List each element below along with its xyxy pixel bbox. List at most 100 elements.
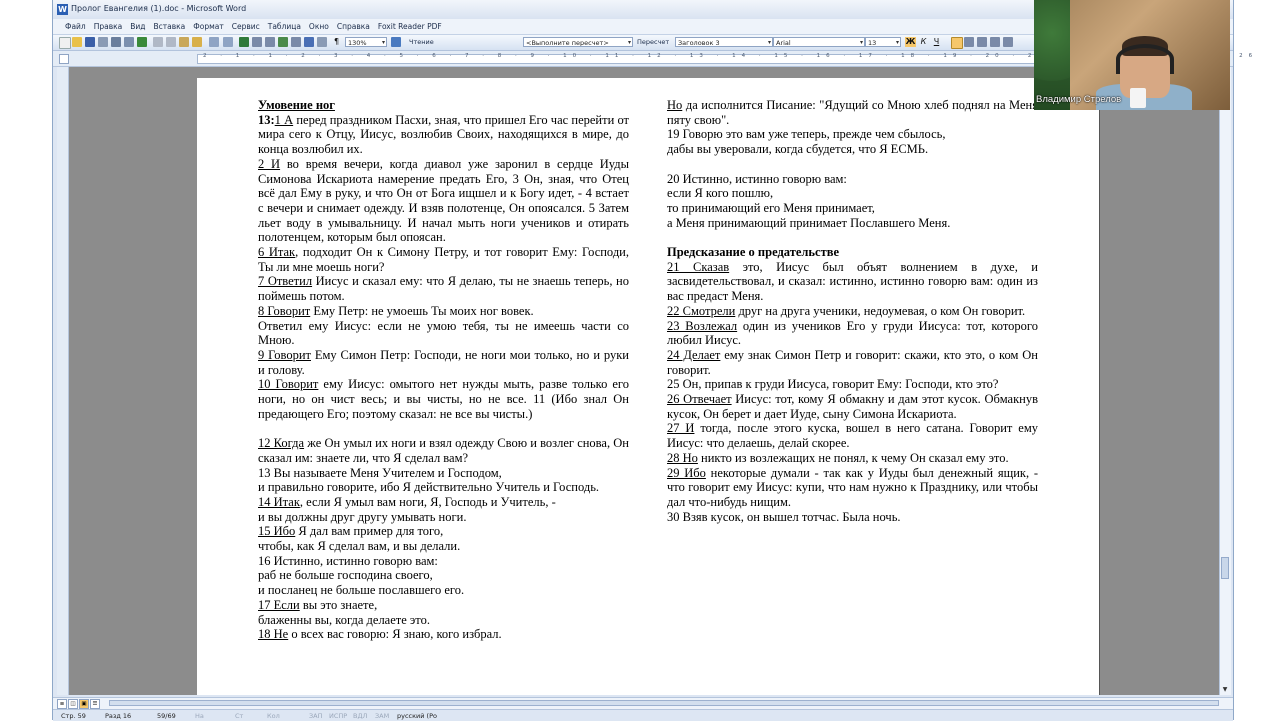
paragraph: 13 Вы называете Меня Учителем и Господом… <box>258 466 629 481</box>
menu-item[interactable]: Формат <box>189 19 227 34</box>
verse-number: 14 Итак <box>258 494 300 509</box>
reading-mode-button[interactable]: Чтение <box>409 37 434 47</box>
video-thumbnail[interactable]: Владимир Стрелов <box>1034 0 1230 110</box>
menu-item[interactable]: Файл <box>61 19 90 34</box>
cut-icon[interactable] <box>153 37 163 47</box>
style-select[interactable]: Заголовок 3 ▾ <box>675 37 773 47</box>
redo-icon[interactable] <box>223 37 233 47</box>
status-ovr[interactable]: ЗАМ <box>375 712 389 720</box>
tab-selector[interactable] <box>59 54 69 64</box>
paragraph: 13:1 А перед праздником Пасхи, зная, что… <box>258 113 629 157</box>
zoom-select[interactable]: 130% ▾ <box>345 37 387 47</box>
verse-text: Ему Петр: не умоешь Ты моих ног вовек. <box>310 303 534 318</box>
status-pages: 59/69 <box>157 712 176 720</box>
headset-icon <box>1116 44 1174 74</box>
verse-text: никто из возлежащих не понял, к чему Он … <box>697 450 1009 465</box>
status-ext[interactable]: ВДЛ <box>353 712 367 720</box>
outline-view-icon[interactable]: ☰ <box>90 699 100 709</box>
font-size-select[interactable]: 13 ▾ <box>865 37 901 47</box>
tables-borders-icon[interactable] <box>252 37 262 47</box>
verse-text: блаженны вы, когда делаете это. <box>258 612 430 627</box>
status-page: Стр. 59 <box>61 712 86 720</box>
font-select[interactable]: Arial ▾ <box>773 37 865 47</box>
spelling-icon[interactable] <box>137 37 147 47</box>
verse-text: о всех вас говорю: Я знаю, кого избрал. <box>288 627 502 642</box>
save-icon[interactable] <box>85 37 95 47</box>
help-icon[interactable] <box>391 37 401 47</box>
status-rec[interactable]: ЗАП <box>309 712 323 720</box>
verse-number: 2 И <box>258 156 281 171</box>
verse-text: и посланец не больше пославшего его. <box>258 583 465 598</box>
status-column: Кол <box>267 712 280 720</box>
show-hide-icon[interactable]: ¶ <box>331 37 342 47</box>
verse-text: 20 Истинно, истинно говорю вам: <box>667 171 847 186</box>
justify-icon[interactable] <box>990 37 1000 47</box>
right-column: Но да исполнится Писание: "Ядущий со Мно… <box>667 98 1038 524</box>
vertical-scroll-thumb[interactable] <box>1221 557 1229 579</box>
align-left-icon[interactable] <box>951 37 963 49</box>
verse-text: если Я кого пошлю, <box>667 186 774 201</box>
formula-box[interactable]: <Выполните пересчет> ▾ <box>523 37 633 47</box>
line-spacing-icon[interactable] <box>1003 37 1013 47</box>
horizontal-scroll-thumb[interactable] <box>109 700 1219 706</box>
verse-text: ему знак Симон Петр и говорит: скажи, кт… <box>667 347 1038 377</box>
open-folder-icon[interactable] <box>72 37 82 47</box>
drawing-icon[interactable] <box>304 37 314 47</box>
normal-view-icon[interactable]: ≡ <box>57 699 67 709</box>
italic-button[interactable]: К <box>918 37 929 47</box>
hyperlink-icon[interactable] <box>239 37 249 47</box>
menu-item[interactable]: Foxit Reader PDF <box>374 19 446 34</box>
web-view-icon[interactable]: ◫ <box>68 699 78 709</box>
paragraph: дабы вы уверовали, когда сбудется, что Я… <box>667 142 1038 157</box>
print-icon[interactable] <box>111 37 121 47</box>
recalculate-button[interactable]: Пересчет <box>637 37 669 47</box>
document-map-icon[interactable] <box>317 37 327 47</box>
verse-text: и вы должны друг другу умывать ноги. <box>258 509 467 524</box>
align-center-icon[interactable] <box>964 37 974 47</box>
permission-icon[interactable] <box>98 37 108 47</box>
vertical-scrollbar[interactable]: ▲ ▼ <box>1219 67 1231 695</box>
new-document-icon[interactable] <box>59 37 71 49</box>
verse-number: Но <box>667 98 683 112</box>
menu-item[interactable]: Таблица <box>264 19 305 34</box>
paragraph: 22 Смотрели друг на друга ученики, недоу… <box>667 304 1038 319</box>
paragraph: 27 И тогда, после этого куска, вошел в н… <box>667 421 1038 450</box>
paragraph: 8 Говорит Ему Петр: не умоешь Ты моих но… <box>258 304 629 319</box>
align-right-icon[interactable] <box>977 37 987 47</box>
bold-button[interactable]: Ж <box>905 37 916 47</box>
verse-number: 12 Когда <box>258 436 305 451</box>
copy-icon[interactable] <box>166 37 176 47</box>
insert-table-icon[interactable] <box>265 37 275 47</box>
paragraph: Но да исполнится Писание: "Ядущий со Мно… <box>667 98 1038 127</box>
verse-number: 24 Делает <box>667 347 721 362</box>
format-painter-icon[interactable] <box>192 37 202 47</box>
verse-text: Ответил ему Иисус: если не умою тебя, ты… <box>258 318 629 348</box>
menu-item[interactable]: Вид <box>126 19 149 34</box>
insert-excel-icon[interactable] <box>278 37 288 47</box>
horizontal-scrollbar[interactable]: ≡ ◫ ▣ ☰ <box>53 697 1233 709</box>
paste-icon[interactable] <box>179 37 189 47</box>
underline-button[interactable]: Ч <box>931 37 942 47</box>
menu-item[interactable]: Справка <box>333 19 374 34</box>
verse-number: 21 Сказав <box>667 259 730 274</box>
menu-item[interactable]: Правка <box>90 19 127 34</box>
status-trk[interactable]: ИСПР <box>329 712 347 720</box>
status-language[interactable]: русский (Ро <box>397 712 437 720</box>
verse-text: а Меня принимающий принимает Пославшего … <box>667 215 951 230</box>
print-layout-icon[interactable]: ▣ <box>79 699 89 709</box>
menu-item[interactable]: Окно <box>305 19 333 34</box>
menu-item[interactable]: Сервис <box>228 19 264 34</box>
paragraph: 9 Говорит Ему Симон Петр: Господи, не но… <box>258 348 629 377</box>
verse-number: 1 А <box>274 112 294 127</box>
verse-number: 18 Не <box>258 627 289 642</box>
verse-text: Иисус и сказал ему: что Я делаю, ты не з… <box>258 274 629 304</box>
scroll-down-icon[interactable]: ▼ <box>1221 686 1229 694</box>
paragraph: 28 Но никто из возлежащих не понял, к че… <box>667 451 1038 466</box>
vertical-ruler[interactable] <box>57 67 69 695</box>
print-preview-icon[interactable] <box>124 37 134 47</box>
paragraph: 26 Отвечает Иисус: тот, кому Я обмакну и… <box>667 392 1038 421</box>
undo-icon[interactable] <box>209 37 219 47</box>
menu-item[interactable]: Вставка <box>150 19 190 34</box>
document-page[interactable]: Умовение ног 13:1 А перед праздником Пас… <box>197 78 1099 695</box>
columns-icon[interactable] <box>291 37 301 47</box>
